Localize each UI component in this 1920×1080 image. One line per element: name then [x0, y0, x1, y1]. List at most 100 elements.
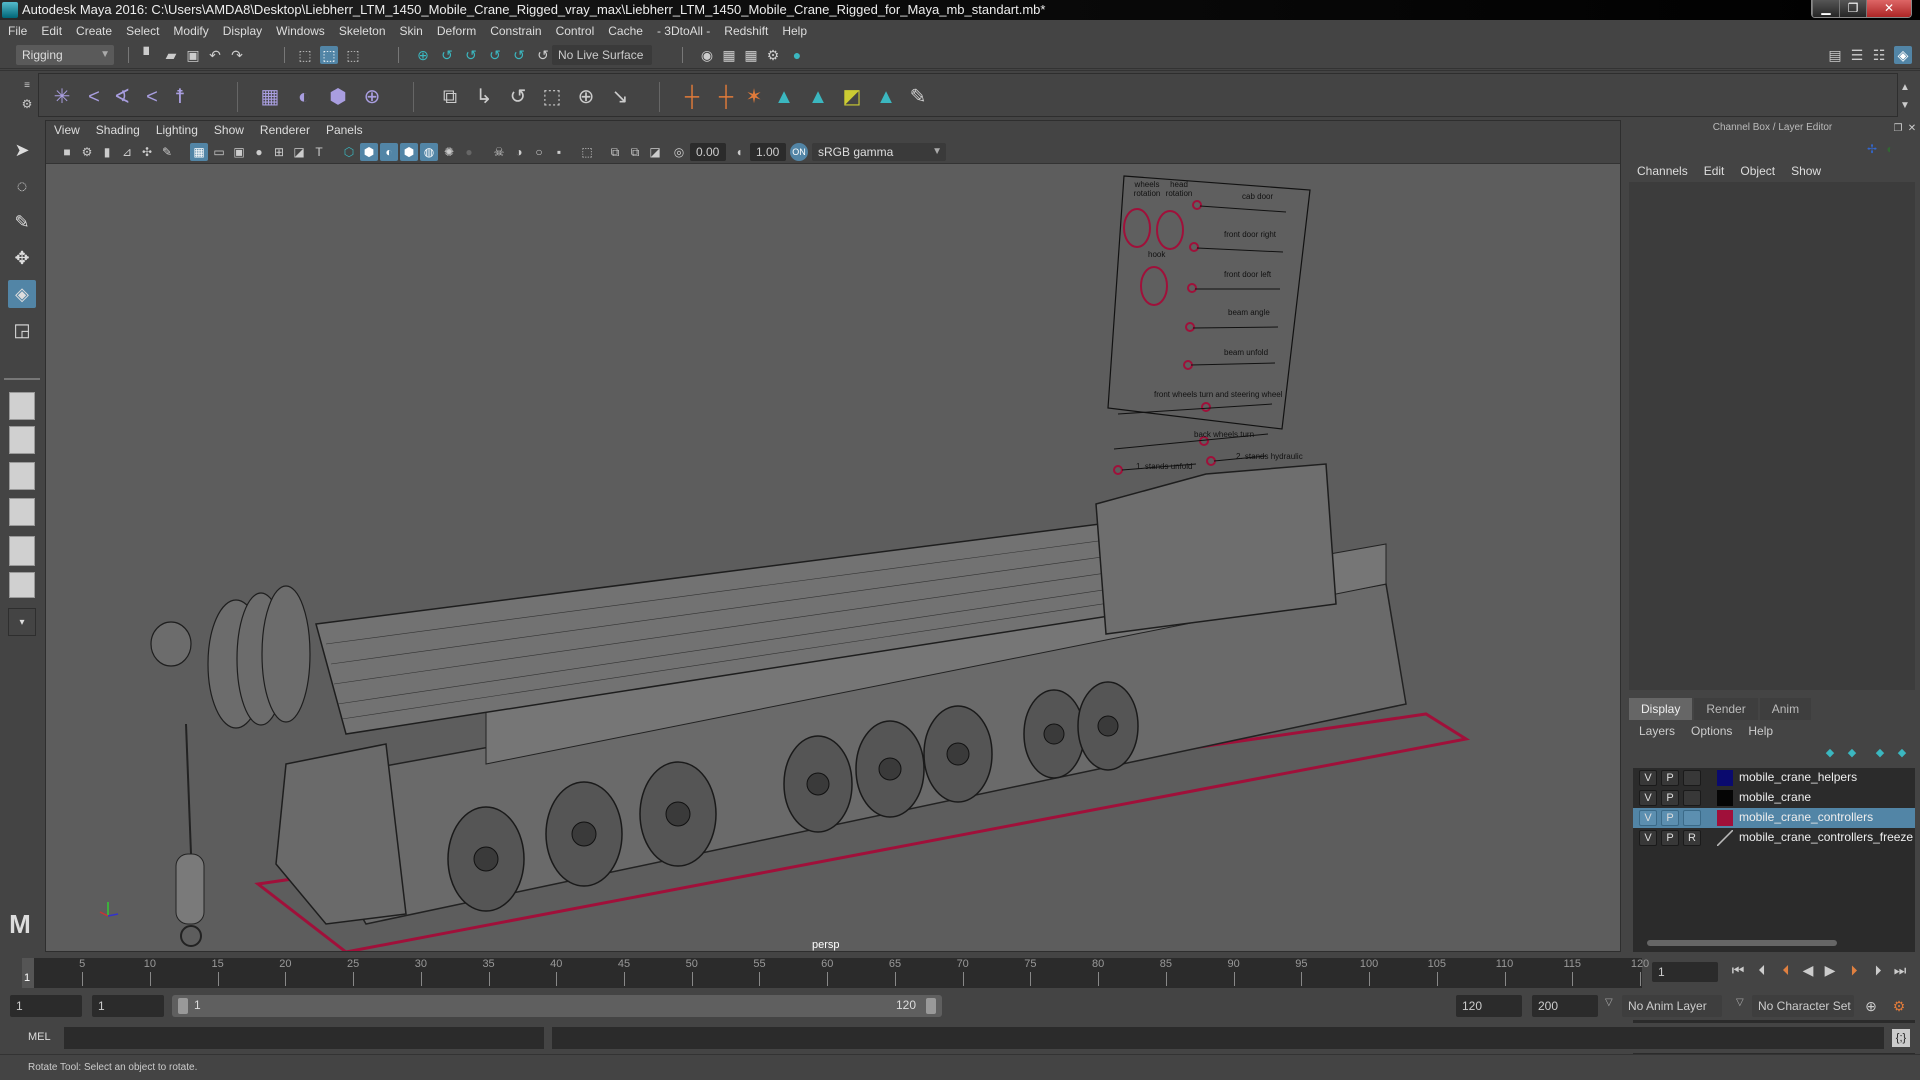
panel-menu-panels[interactable]: Panels [326, 123, 363, 137]
render-settings-icon[interactable]: ⚙ [764, 46, 782, 64]
colorspace-dropdown[interactable]: sRGB gamma ▼ [812, 143, 946, 161]
point-constraint-icon[interactable]: ↳ [471, 84, 497, 110]
maya-script-1-icon[interactable]: ▲ [771, 84, 797, 110]
layer-color-swatch[interactable] [1717, 790, 1733, 806]
persp-graph-outliner-layout-icon[interactable] [9, 572, 35, 598]
shelf-scroll-down-icon[interactable]: ▼ [1896, 97, 1914, 115]
ambient-occlusion-icon[interactable]: ☠ [490, 143, 508, 161]
hypershade-icon[interactable]: ● [788, 46, 806, 64]
xray-components-icon[interactable]: ◪ [646, 143, 664, 161]
channel-list[interactable] [1629, 182, 1915, 690]
grid-icon[interactable]: ▦ [190, 143, 208, 161]
persp-outliner-layout-icon[interactable] [9, 462, 35, 490]
render-sequence-icon[interactable]: ▦ [720, 46, 738, 64]
rotate-tool-icon[interactable]: ◈ [8, 280, 36, 308]
move-layer-up-icon[interactable]: ◆ [1821, 744, 1839, 762]
anti-aliasing-icon[interactable]: ○ [530, 143, 548, 161]
menuset-dropdown[interactable]: Rigging ▼ [16, 45, 114, 65]
menu-create[interactable]: Create [76, 24, 112, 38]
sync-toggle-icon[interactable]: ◐ [1881, 140, 1899, 158]
lasso-tool-icon[interactable]: ◌ [8, 172, 36, 200]
cb-menu-channels[interactable]: Channels [1637, 164, 1688, 178]
layer-row[interactable]: V Pmobile_crane_controllers [1633, 808, 1915, 828]
layer-tool-icon[interactable]: ◩ [839, 84, 865, 110]
layer-display-type-toggle[interactable] [1683, 770, 1701, 786]
layer-list-scrollbar[interactable] [1637, 938, 1907, 948]
layer-playback-toggle[interactable]: P [1661, 830, 1679, 846]
parent-constraint-icon[interactable]: ⧉ [437, 84, 463, 110]
tool-settings-icon[interactable]: ☷ [1870, 46, 1888, 64]
gamma-field[interactable]: 1.00 [750, 143, 786, 161]
mel-input[interactable] [64, 1027, 544, 1049]
cb-menu-edit[interactable]: Edit [1704, 164, 1725, 178]
menu-edit[interactable]: Edit [41, 24, 62, 38]
insert-joint-icon[interactable]: < [81, 84, 107, 110]
wireframe-icon[interactable]: ⬡ [340, 143, 358, 161]
tab-anim[interactable]: Anim [1759, 698, 1812, 720]
le-menu-options[interactable]: Options [1691, 724, 1732, 738]
shelf-settings-gear-icon[interactable]: ⚙ [18, 95, 36, 113]
smooth-bind-icon[interactable]: ▦ [257, 84, 283, 110]
anim-layer-dropdown[interactable]: No Anim Layer [1622, 995, 1722, 1017]
select-by-component-icon[interactable]: ⬚ [344, 46, 362, 64]
le-menu-help[interactable]: Help [1748, 724, 1773, 738]
layer-visibility-toggle[interactable]: V [1639, 790, 1657, 806]
xray-disabled-icon[interactable]: ● [460, 143, 478, 161]
shadows-icon[interactable]: ✺ [440, 143, 458, 161]
safe-title-icon[interactable]: T [310, 143, 328, 161]
menu-file[interactable]: File [8, 24, 27, 38]
character-set-dropdown[interactable]: No Character Set [1752, 995, 1854, 1017]
menu-modify[interactable]: Modify [173, 24, 208, 38]
custom-script-icon[interactable]: ✎ [905, 84, 931, 110]
xray-joints-icon[interactable]: ⧉ [626, 143, 644, 161]
safe-action-icon[interactable]: ◪ [290, 143, 308, 161]
go-to-end-icon[interactable]: ⏭ [1890, 962, 1910, 979]
snap-surface-icon[interactable]: ↺ [510, 46, 528, 64]
le-menu-layers[interactable]: Layers [1639, 724, 1675, 738]
open-scene-icon[interactable]: ▰ [162, 46, 180, 64]
render-current-frame-icon[interactable]: ◉ [698, 46, 716, 64]
scrollbar-thumb[interactable] [1647, 940, 1837, 946]
tab-render[interactable]: Render [1694, 698, 1758, 720]
redo-icon[interactable]: ↷ [228, 46, 246, 64]
menu-help[interactable]: Help [782, 24, 807, 38]
animation-start-field[interactable]: 1 [10, 995, 82, 1017]
grease-pencil-icon[interactable]: ✎ [158, 143, 176, 161]
snap-point-icon[interactable]: ↺ [462, 46, 480, 64]
time-slider-bar[interactable]: 1 5 10 15 20 25 30 35 40 45 50 55 60 65 70 75 80 85 90 95 10… [22, 958, 1649, 988]
playback-start-field[interactable]: 1 [92, 995, 164, 1017]
menu-display[interactable]: Display [223, 24, 262, 38]
current-time-indicator[interactable]: 1 [22, 958, 34, 988]
layer-display-type-toggle[interactable]: R [1683, 830, 1701, 846]
menu-windows[interactable]: Windows [276, 24, 325, 38]
wireframe-on-shaded-icon[interactable]: ◐ [380, 143, 398, 161]
cluster-icon[interactable]: ⊕ [359, 84, 385, 110]
menu-select[interactable]: Select [126, 24, 159, 38]
2d-pan-zoom-icon[interactable]: ✣ [138, 143, 156, 161]
layer-playback-toggle[interactable]: P [1661, 810, 1679, 826]
channel-box-layer-editor-icon[interactable]: ◈ [1894, 46, 1912, 64]
resolution-gate-icon[interactable]: ▣ [230, 143, 248, 161]
select-by-object-icon[interactable]: ⬚ [320, 46, 338, 64]
layer-color-swatch[interactable] [1717, 830, 1733, 846]
gate-mask-icon[interactable]: ● [250, 143, 268, 161]
xray-icon[interactable]: ⧉ [606, 143, 624, 161]
menu-cache[interactable]: Cache [608, 24, 643, 38]
panel-menu-renderer[interactable]: Renderer [260, 123, 310, 137]
cb-menu-object[interactable]: Object [1740, 164, 1775, 178]
close-panel-icon[interactable]: ✕ [1903, 120, 1920, 138]
play-backwards-icon[interactable]: ◀ [1798, 962, 1818, 979]
character-controls-icon[interactable]: ✶ [741, 84, 767, 110]
snap-curve-icon[interactable]: ↺ [438, 46, 456, 64]
shelf-scroll-up-icon[interactable]: ▲ [1896, 79, 1914, 97]
attribute-editor-icon[interactable]: ☰ [1848, 46, 1866, 64]
layer-display-type-toggle[interactable] [1683, 810, 1701, 826]
layer-row[interactable]: V P Rmobile_crane_controllers_freeze [1633, 828, 1915, 848]
layer-display-type-toggle[interactable] [1683, 790, 1701, 806]
aim-constraint-icon[interactable]: ⊕ [573, 84, 599, 110]
cb-menu-show[interactable]: Show [1791, 164, 1821, 178]
gamma-icon[interactable]: ◖ [730, 143, 748, 161]
close-button[interactable]: ✕ [1866, 0, 1911, 17]
smooth-shade-icon[interactable]: ⬢ [360, 143, 378, 161]
hypershade-persp-layout-icon[interactable] [9, 536, 35, 566]
